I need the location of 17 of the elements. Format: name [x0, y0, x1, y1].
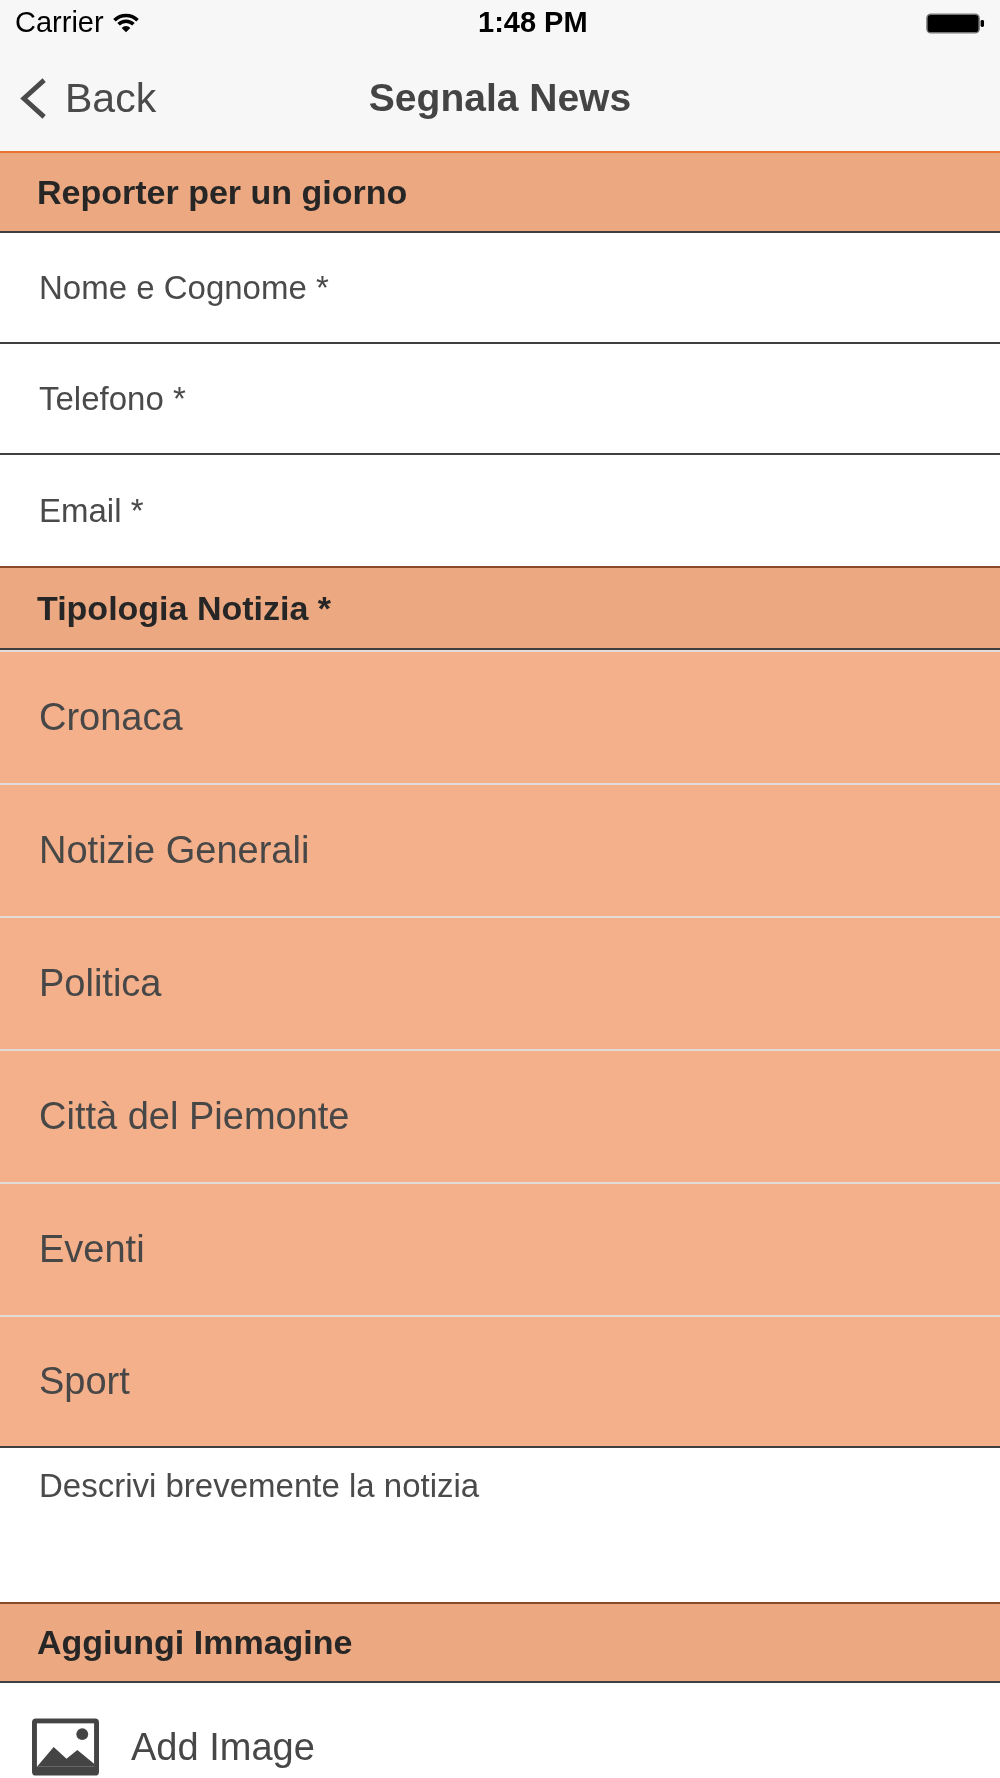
- back-button[interactable]: Back: [0, 67, 157, 130]
- nav-title: Segnala News: [368, 75, 632, 122]
- add-image-button[interactable]: Add Image: [0, 1683, 315, 1776]
- section-header: Reporter per un giorno: [0, 151, 1000, 233]
- category-option[interactable]: Città del Piemonte: [0, 1049, 1000, 1182]
- status-time: 1:48 PM: [478, 5, 588, 41]
- category-option[interactable]: Eventi: [0, 1182, 1000, 1315]
- carrier-name: Carrier: [15, 5, 104, 41]
- section-header: Aggiungi Immagine: [0, 1602, 1000, 1683]
- wifi-icon: [111, 13, 140, 33]
- category-option[interactable]: Notizie Generali: [0, 783, 1000, 916]
- battery-icon: [926, 12, 985, 34]
- category-option[interactable]: Politica: [0, 916, 1000, 1049]
- category-option[interactable]: Cronaca: [0, 650, 1000, 783]
- category-option[interactable]: Sport: [0, 1315, 1000, 1448]
- section-header: Tipologia Notizia *: [0, 566, 1000, 650]
- chevron-left-icon: [19, 77, 48, 120]
